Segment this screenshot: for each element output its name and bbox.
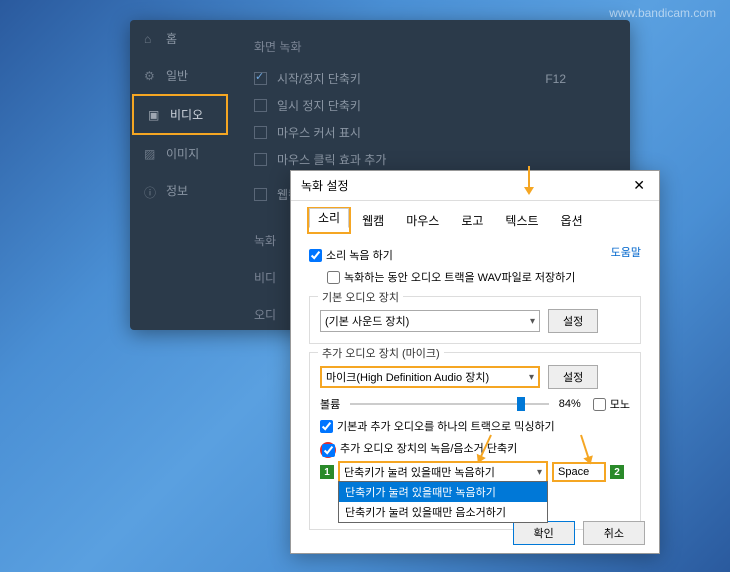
dropdown-option[interactable]: 단축키가 눌려 있을때만 녹음하기 bbox=[339, 482, 547, 502]
sidebar-item-label: 홈 bbox=[166, 30, 177, 47]
checkbox[interactable] bbox=[254, 126, 267, 139]
primary-audio-fieldset: 기본 오디오 장치 (기본 사운드 장치) 설정 bbox=[309, 296, 641, 344]
sidebar-item-image[interactable]: ▨ 이미지 bbox=[130, 135, 230, 172]
combo-value: (기본 사운드 장치) bbox=[325, 313, 409, 329]
shortcut-key-value: Space bbox=[558, 466, 589, 478]
badge-2: 2 bbox=[610, 465, 624, 479]
volume-label: 볼륨 bbox=[320, 396, 340, 412]
sidebar-item-label: 정보 bbox=[166, 182, 188, 199]
mix-check[interactable]: 기본과 추가 오디오를 하나의 트랙으로 믹싱하기 bbox=[320, 418, 555, 434]
shortcut-mode-dropdown: 단축키가 눌려 있을때만 녹음하기 단축키가 눌려 있을때만 음소거하기 bbox=[338, 481, 548, 523]
checkbox[interactable] bbox=[327, 271, 340, 284]
value: F12 bbox=[545, 72, 566, 86]
cancel-button[interactable]: 취소 bbox=[583, 521, 645, 545]
checkbox[interactable] bbox=[309, 249, 322, 262]
gear-icon: ⚙ bbox=[144, 69, 158, 83]
image-icon: ▨ bbox=[144, 147, 158, 161]
slider-thumb[interactable] bbox=[517, 397, 525, 411]
checkbox[interactable] bbox=[254, 99, 267, 112]
secondary-audio-combo[interactable]: 마이크(High Definition Audio 장치) bbox=[320, 366, 540, 388]
volume-value: 84% bbox=[559, 398, 581, 410]
record-sound-check[interactable]: 소리 녹음 하기 bbox=[309, 247, 393, 263]
volume-row: 볼륨 84% 모노 bbox=[320, 393, 630, 415]
row-cursor: 마우스 커서 표시 bbox=[254, 119, 606, 146]
record-settings-dialog: 녹화 설정 ✕ 소리 웹캠 마우스 로고 텍스트 옵션 소리 녹음 하기 도움말… bbox=[290, 170, 660, 554]
sidebar-item-general[interactable]: ⚙ 일반 bbox=[130, 57, 230, 94]
fieldset-legend: 기본 오디오 장치 bbox=[318, 289, 403, 305]
shortcut-mode-combo[interactable]: 단축키가 눌려 있을때만 녹음하기 bbox=[338, 461, 548, 483]
checkbox[interactable] bbox=[320, 420, 333, 433]
dialog-title: 녹화 설정 bbox=[301, 177, 629, 194]
highlight-circle bbox=[320, 442, 336, 458]
annotation-arrow bbox=[528, 166, 530, 192]
dialog-header: 녹화 설정 ✕ bbox=[291, 171, 659, 201]
video-icon: ▣ bbox=[148, 108, 162, 122]
tab-mouse[interactable]: 마우스 bbox=[395, 207, 450, 234]
tab-webcam[interactable]: 웹캠 bbox=[351, 207, 395, 234]
section-title: 화면 녹화 bbox=[254, 38, 606, 55]
ok-button[interactable]: 확인 bbox=[513, 521, 575, 545]
label: 소리 녹음 하기 bbox=[326, 247, 393, 263]
tab-logo[interactable]: 로고 bbox=[450, 207, 494, 234]
checkbox[interactable] bbox=[254, 153, 267, 166]
shortcut-key-input[interactable]: Space bbox=[552, 462, 606, 482]
checkbox[interactable] bbox=[254, 188, 267, 201]
sidebar-item-label: 일반 bbox=[166, 67, 188, 84]
dialog-tabs: 소리 웹캠 마우스 로고 텍스트 옵션 bbox=[291, 201, 659, 234]
row-pause: 일시 정지 단축키 bbox=[254, 92, 606, 119]
label: 마우스 클릭 효과 추가 bbox=[277, 151, 386, 168]
dialog-footer: 확인 취소 bbox=[513, 521, 646, 545]
sidebar-item-video[interactable]: ▣ 비디오 bbox=[132, 94, 228, 135]
watermark: www.bandicam.com bbox=[609, 6, 716, 20]
sidebar: ⌂ 홈 ⚙ 일반 ▣ 비디오 ▨ 이미지 ⓘ 정보 bbox=[130, 20, 230, 330]
primary-audio-settings-button[interactable]: 설정 bbox=[548, 309, 598, 333]
dialog-body: 소리 녹음 하기 도움말 녹화하는 동안 오디오 트랙을 WAV파일로 저장하기… bbox=[291, 234, 659, 548]
sidebar-item-info[interactable]: ⓘ 정보 bbox=[130, 172, 230, 209]
sidebar-item-label: 비디오 bbox=[170, 106, 203, 123]
close-icon[interactable]: ✕ bbox=[629, 177, 649, 194]
secondary-audio-fieldset: 추가 오디오 장치 (마이크) 마이크(High Definition Audi… bbox=[309, 352, 641, 530]
row-click-effect: 마우스 클릭 효과 추가 bbox=[254, 146, 606, 173]
checkbox[interactable] bbox=[254, 72, 267, 85]
sidebar-item-label: 이미지 bbox=[166, 145, 199, 162]
primary-audio-combo[interactable]: (기본 사운드 장치) bbox=[320, 310, 540, 332]
mono-check[interactable]: 모노 bbox=[593, 396, 630, 412]
tab-highlight: 소리 bbox=[307, 207, 351, 234]
volume-slider[interactable] bbox=[350, 403, 548, 405]
sidebar-item-home[interactable]: ⌂ 홈 bbox=[130, 20, 230, 57]
label: 추가 오디오 장치의 녹음/음소거 단축키 bbox=[340, 440, 517, 456]
label: 기본과 추가 오디오를 하나의 트랙으로 믹싱하기 bbox=[337, 418, 555, 434]
fieldset-legend: 추가 오디오 장치 (마이크) bbox=[318, 345, 444, 361]
tab-text[interactable]: 텍스트 bbox=[494, 207, 549, 234]
label: 시작/정지 단축키 bbox=[277, 70, 361, 87]
tab-sound[interactable]: 소리 bbox=[309, 208, 349, 228]
secondary-audio-settings-button[interactable]: 설정 bbox=[548, 365, 598, 389]
help-link[interactable]: 도움말 bbox=[611, 244, 641, 260]
shortcut-checkbox[interactable] bbox=[322, 444, 335, 457]
badge-1: 1 bbox=[320, 465, 334, 479]
label: 일시 정지 단축키 bbox=[277, 97, 361, 114]
save-wav-check[interactable]: 녹화하는 동안 오디오 트랙을 WAV파일로 저장하기 bbox=[327, 269, 575, 285]
label: 마우스 커서 표시 bbox=[277, 124, 361, 141]
dropdown-option[interactable]: 단축키가 눌려 있을때만 음소거하기 bbox=[339, 502, 547, 522]
home-icon: ⌂ bbox=[144, 32, 158, 46]
tab-options[interactable]: 옵션 bbox=[550, 207, 594, 234]
label: 녹화하는 동안 오디오 트랙을 WAV파일로 저장하기 bbox=[344, 269, 575, 285]
checkbox[interactable] bbox=[593, 398, 606, 411]
info-icon: ⓘ bbox=[144, 184, 158, 198]
label: 모노 bbox=[610, 396, 630, 412]
combo-value: 마이크(High Definition Audio 장치) bbox=[326, 369, 489, 385]
row-start-stop: 시작/정지 단축키 F12 bbox=[254, 65, 606, 92]
